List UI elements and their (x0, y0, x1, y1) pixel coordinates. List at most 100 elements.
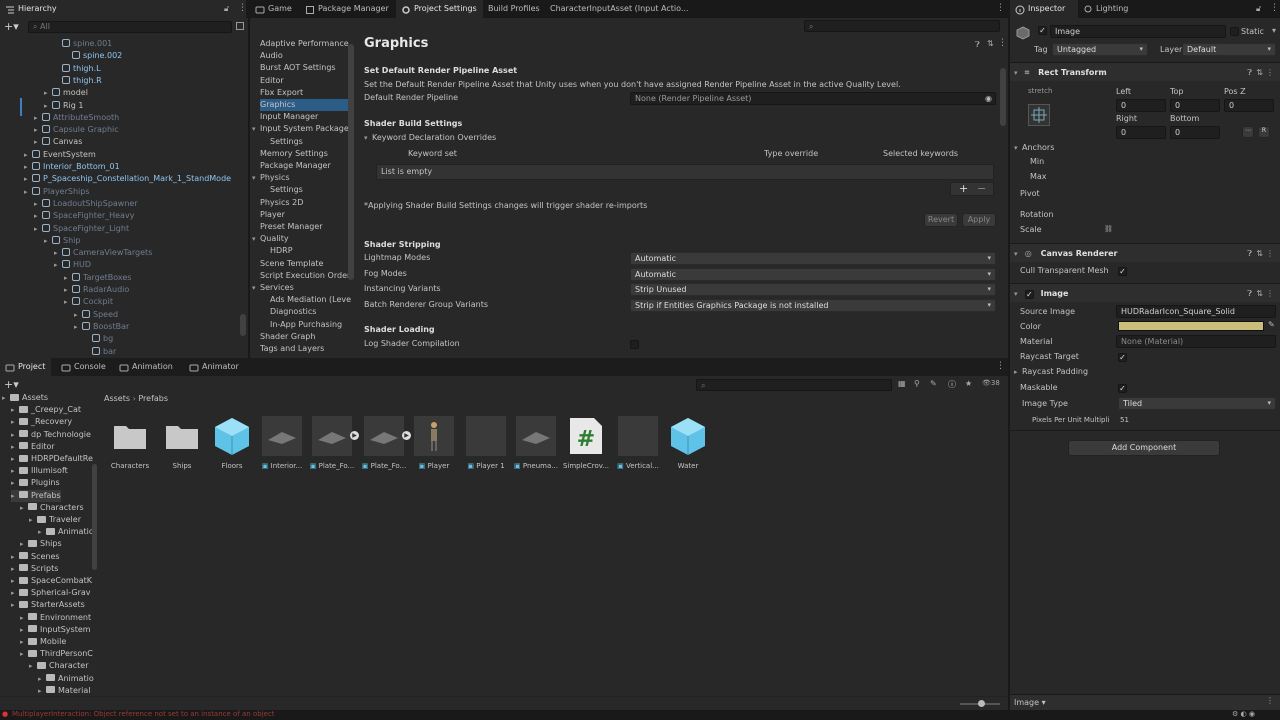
settings-menu-icon[interactable]: ⋮ (998, 38, 1007, 48)
strip-row-dropdown[interactable]: Automatic (630, 252, 996, 265)
asset-mesh-icon[interactable] (262, 416, 302, 456)
hierarchy-item[interactable]: spine.002 (64, 50, 122, 62)
project-tree-item[interactable]: ▸ HDRPDefaultRe (11, 453, 93, 465)
settings-nav-item[interactable]: Package Manager (260, 160, 348, 172)
breadcrumb-prefabs[interactable]: Prefabs (138, 394, 168, 403)
nav-foldout-icon[interactable]: ▾ (252, 233, 260, 245)
asset-label[interactable]: ▣ Pneuma... (512, 462, 560, 470)
settings-nav-item[interactable]: Input Manager (260, 111, 348, 123)
asset-label[interactable]: Characters (106, 462, 154, 470)
inspector-lock-icon[interactable]: 🔓︎ (1256, 4, 1261, 14)
revert-button[interactable]: Revert (924, 213, 958, 227)
asset-label[interactable]: SimpleCrov... (562, 462, 610, 470)
tree-arrow-icon[interactable]: ▸ (20, 502, 28, 514)
hierarchy-item[interactable]: bar (84, 346, 116, 358)
settings-nav-item[interactable]: Audio (260, 50, 348, 62)
asset-label[interactable]: ▣ Interior... (258, 462, 306, 470)
constrain-proportions-icon[interactable]: ⛓︎ (1104, 225, 1113, 233)
settings-nav-item[interactable]: Adaptive Performance (260, 38, 349, 50)
hierarchy-item[interactable]: ▸ P_Spaceship_Constellation_Mark_1_StandM… (24, 173, 231, 185)
tree-arrow-icon[interactable]: ▸ (2, 392, 10, 404)
asset-folder-icon[interactable] (162, 416, 202, 456)
status-message[interactable]: MultiplayerInteraction: Object reference… (12, 710, 275, 718)
static-dropdown-icon[interactable]: ▾ (1272, 26, 1276, 35)
settings-nav-item[interactable]: Tags and Layers (260, 343, 348, 355)
hierarchy-item[interactable]: ▸ PlayerShips (24, 186, 90, 198)
project-tree-item[interactable]: ▸ Spherical-Grav (11, 587, 91, 599)
help-icon[interactable]: ❓︎ (975, 40, 980, 50)
settings-nav-item[interactable]: In-App Purchasing (270, 319, 348, 331)
hierarchy-item[interactable]: ▸ AttributeSmooth (34, 112, 119, 124)
asset-cube-icon[interactable] (212, 416, 252, 456)
bottom-field[interactable]: 0 (1170, 126, 1220, 139)
hierarchy-item[interactable]: ▸ Cockpit (64, 296, 113, 308)
tag-dropdown[interactable]: Untagged (1052, 43, 1148, 56)
left-field[interactable]: 0 (1116, 99, 1166, 112)
project-tree-item[interactable]: ▸ Plugins (11, 477, 60, 489)
hierarchy-item[interactable]: ▸ model (44, 87, 88, 99)
tree-arrow-icon[interactable]: ▸ (38, 526, 46, 538)
anchors-foldout[interactable]: ▾ Anchors (1014, 142, 1054, 154)
tab-package-manager[interactable]: Package Manager (300, 0, 395, 18)
project-add-icon[interactable]: +▾ (4, 378, 19, 391)
maskable-checkbox[interactable]: ✓ (1118, 384, 1127, 393)
canvas-menu-icon[interactable]: ⋮ (1266, 244, 1274, 263)
settings-nav-item[interactable]: ▾ Services (252, 282, 348, 294)
asset-mesh-icon[interactable] (312, 416, 352, 456)
tree-arrow-icon[interactable]: ▸ (11, 429, 19, 441)
tab-game[interactable]: Game (250, 0, 298, 18)
hierarchy-item[interactable]: ▸ EventSystem (24, 149, 96, 161)
settings-nav-item[interactable]: Fbx Export (260, 87, 348, 99)
hierarchy-item[interactable]: thigh.L (54, 63, 101, 75)
tree-arrow-icon[interactable]: ▸ (11, 453, 19, 465)
tree-arrow-icon[interactable]: ▸ (11, 477, 19, 489)
tree-arrow-icon[interactable]: ▸ (20, 648, 28, 660)
settings-nav-item[interactable]: Player (260, 209, 348, 221)
asset-folder-icon[interactable] (110, 416, 150, 456)
project-tree-item[interactable]: ▸ dp Technologie (11, 429, 91, 441)
project-tree-item[interactable]: ▸ Characters (20, 502, 84, 514)
tree-arrow-icon[interactable]: ▸ (11, 404, 19, 416)
status-icons[interactable]: ⚙ ◐ ◉ (1232, 710, 1255, 718)
settings-nav-item[interactable]: ▾ Physics (252, 172, 348, 184)
settings-nav-item[interactable]: Settings (270, 184, 348, 196)
material-field[interactable]: None (Material) (1116, 335, 1276, 348)
expand-arrow-icon[interactable]: ▸ (34, 198, 42, 210)
top-field[interactable]: 0 (1170, 99, 1220, 112)
tree-arrow-icon[interactable]: ▸ (11, 465, 19, 477)
rect-menu-icon[interactable]: ⋮ (1266, 63, 1274, 82)
project-tree-item[interactable]: ▸ Illumisoft (11, 465, 68, 477)
settings-search-input[interactable]: ⌕ (804, 20, 1000, 32)
project-tree-item[interactable]: ▸ _Recovery (11, 416, 72, 428)
hierarchy-item[interactable]: ▸ TargetBoxes (64, 272, 131, 284)
canvas-renderer-header[interactable]: ▾ ◎ Canvas Renderer ❓︎ ⇅ ⋮ (1010, 243, 1280, 262)
keyword-overrides-foldout[interactable]: ▾ Keyword Declaration Overrides (364, 132, 496, 144)
apply-button[interactable]: Apply (962, 213, 996, 227)
object-picker-icon[interactable]: ◉ (985, 93, 992, 104)
expand-prefab-icon[interactable]: ▶ (402, 431, 411, 440)
project-tree-item[interactable]: ▸ ThirdPersonC (20, 648, 93, 660)
nav-foldout-icon[interactable]: ▾ (252, 123, 260, 135)
expand-arrow-icon[interactable]: ▸ (34, 124, 42, 136)
info-filter-icon[interactable]: ⓘ (948, 379, 956, 390)
zoom-slider-handle[interactable] (978, 700, 985, 707)
rp-field[interactable]: None (Render Pipeline Asset) ◉ (630, 92, 996, 105)
remove-item-icon[interactable]: − (977, 182, 986, 195)
tab-lighting[interactable]: Lighting (1078, 0, 1134, 18)
blueprint-mode-button[interactable]: ⋯ (1242, 126, 1254, 138)
raycast-padding-foldout[interactable]: ▸ Raycast Padding (1014, 366, 1088, 378)
settings-nav-item[interactable]: Scene Template (260, 258, 348, 270)
tree-arrow-icon[interactable]: ▸ (38, 673, 46, 685)
project-menu-icon[interactable]: ⋮ (996, 361, 1005, 371)
project-tree-scrollbar[interactable] (92, 464, 97, 570)
project-tree-item[interactable]: ▸ Scenes (11, 551, 60, 563)
color-swatch[interactable] (1118, 321, 1264, 331)
project-tree-item[interactable]: ▸ Environment (20, 612, 91, 624)
asset-figure-icon[interactable] (414, 416, 454, 456)
layer-dropdown[interactable]: Default (1182, 43, 1276, 56)
tree-arrow-icon[interactable]: ▸ (38, 685, 46, 697)
filter-tag-icon[interactable]: ✎ (930, 379, 937, 388)
hierarchy-item[interactable]: ▸ SpaceFighter_Light (34, 223, 129, 235)
filter-label-icon[interactable]: ⚲ (914, 379, 920, 388)
asset-cube-icon[interactable] (668, 416, 708, 456)
